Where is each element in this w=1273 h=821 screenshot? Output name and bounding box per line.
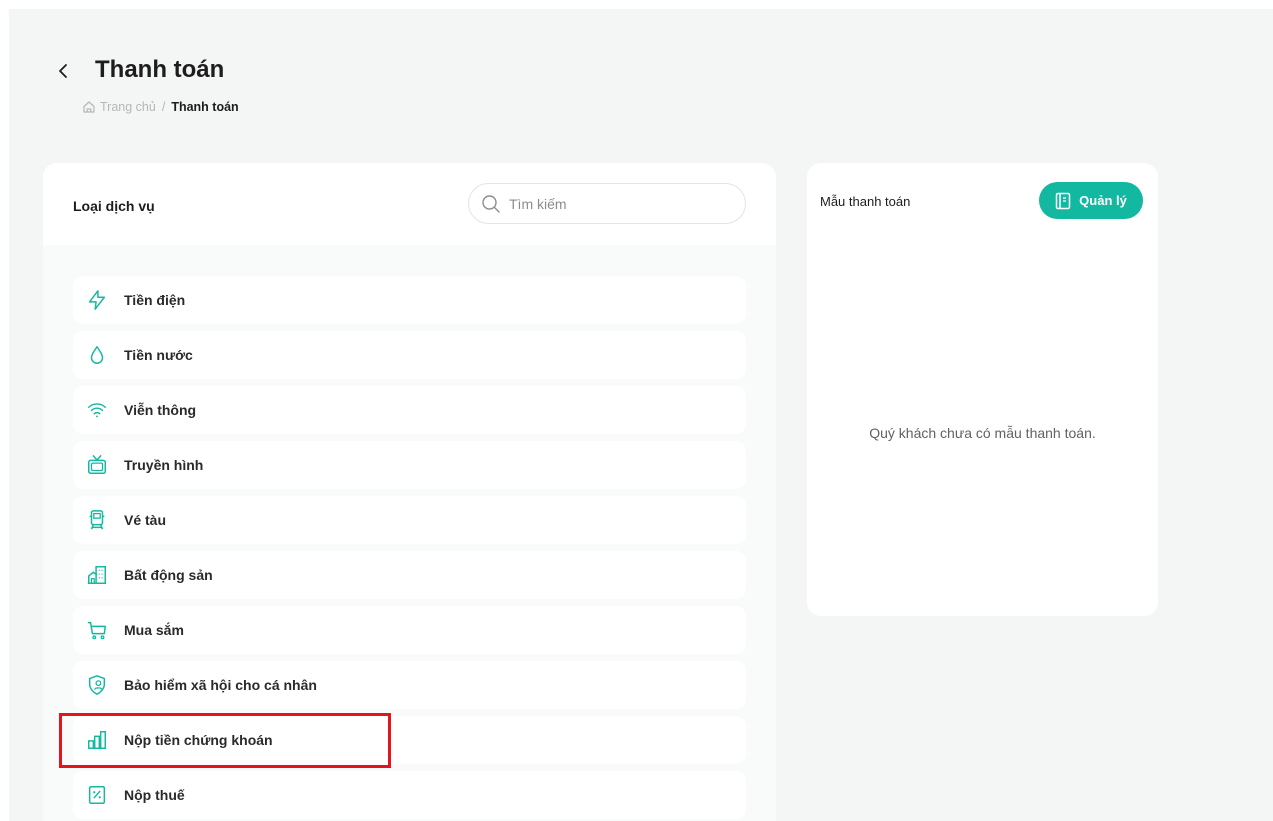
breadcrumb: Trang chủ / Thanh toán [82, 100, 239, 114]
service-item-telecom[interactable]: Viễn thông [73, 386, 746, 434]
search-input[interactable] [509, 195, 729, 212]
manage-button-label: Quản lý [1079, 193, 1127, 208]
service-item-label: Mua sắm [124, 622, 184, 638]
wifi-icon [85, 398, 109, 422]
service-item-electricity[interactable]: Tiền điện [73, 276, 746, 324]
building-icon [85, 563, 109, 587]
service-item-label: Tiền nước [124, 347, 193, 363]
chevron-left-icon [59, 64, 67, 78]
service-item-shopping[interactable]: Mua sắm [73, 606, 746, 654]
search-icon [482, 194, 500, 213]
service-item-label: Vé tàu [124, 512, 167, 528]
service-item-social-insurance[interactable]: Bảo hiểm xã hội cho cá nhân [73, 661, 746, 709]
breadcrumb-current: Thanh toán [171, 100, 239, 114]
service-item-water[interactable]: Tiền nước [73, 331, 746, 379]
tax-receipt-icon [85, 783, 109, 807]
service-item-television[interactable]: Truyền hình [73, 441, 746, 489]
payment-templates-panel: Mẫu thanh toán Quản lý Quý khách chưa có… [807, 163, 1158, 616]
service-item-tax[interactable]: Nộp thuế [73, 771, 746, 819]
service-item-label: Viễn thông [124, 402, 197, 418]
breadcrumb-home-label: Trang chủ [100, 100, 156, 114]
empty-state-message: Quý khách chưa có mẫu thanh toán. [869, 425, 1096, 441]
service-item-real-estate[interactable]: Bất động sản [73, 551, 746, 599]
service-item-label: Nộp tiền chứng khoán [124, 732, 273, 748]
service-panel-header: Loại dịch vụ [43, 163, 776, 245]
lightning-icon [85, 288, 109, 312]
service-item-label: Bảo hiểm xã hội cho cá nhân [124, 677, 317, 693]
page-title: Thanh toán [95, 56, 225, 83]
manage-button[interactable]: Quản lý [1039, 182, 1143, 219]
breadcrumb-home-link[interactable]: Trang chủ [82, 100, 156, 114]
service-item-label: Nộp thuế [124, 787, 185, 803]
search-box[interactable] [468, 183, 746, 224]
templates-panel-title: Mẫu thanh toán [820, 194, 911, 209]
service-panel-title: Loại dịch vụ [73, 198, 155, 214]
tv-icon [85, 453, 109, 477]
home-icon [83, 101, 95, 113]
shopping-cart-icon [85, 618, 109, 642]
train-icon [85, 508, 109, 532]
service-item-train-ticket[interactable]: Vé tàu [73, 496, 746, 544]
stock-chart-icon [85, 728, 109, 752]
water-drop-icon [85, 343, 109, 367]
service-list: Tiền điện Tiền nước Viễn thông Truyền hì… [43, 245, 776, 821]
service-item-securities-deposit[interactable]: Nộp tiền chứng khoán [73, 716, 746, 764]
service-type-panel: Loại dịch vụ Tiền điện Tiền nước [43, 163, 776, 821]
breadcrumb-separator: / [161, 100, 166, 114]
service-item-label: Bất động sản [124, 567, 213, 583]
service-item-label: Tiền điện [124, 292, 186, 308]
back-button[interactable] [55, 60, 71, 82]
shield-user-icon [85, 673, 109, 697]
service-item-label: Truyền hình [124, 457, 204, 473]
book-icon [1055, 192, 1071, 209]
